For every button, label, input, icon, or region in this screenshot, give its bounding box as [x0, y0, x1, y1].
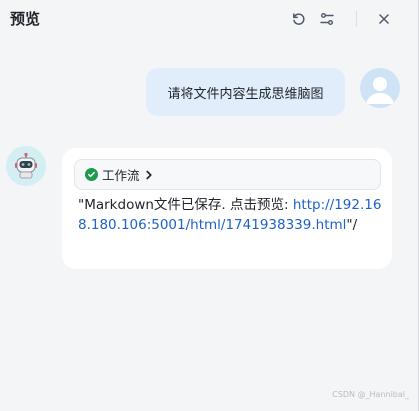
bot-message-suffix: "/ [346, 217, 358, 233]
header-divider [356, 11, 357, 27]
watermark: CSDN @_Hannibal_ [332, 390, 409, 399]
bot-message-text: "Markdown文件已保存. 点击预览: http://192.168.180… [78, 195, 384, 235]
check-circle-icon [85, 168, 98, 181]
close-icon [379, 14, 389, 24]
settings-sliders-icon [320, 13, 334, 25]
user-avatar [360, 68, 400, 108]
workflow-label: 工作流 [102, 168, 140, 183]
workflow-toggle[interactable]: 工作流 [74, 159, 381, 190]
chevron-right-icon [145, 170, 153, 180]
user-avatar-icon [360, 68, 400, 108]
close-button[interactable] [375, 10, 393, 28]
bot-message-prefix: "Markdown文件已保存. 点击预览: [78, 197, 293, 213]
bot-message-card: 工作流 "Markdown文件已保存. 点击预览: http://192.168… [62, 148, 392, 269]
robot-icon [6, 146, 46, 186]
refresh-icon [293, 13, 305, 25]
panel-header: 预览 [0, 0, 418, 40]
refresh-button[interactable] [290, 10, 308, 28]
user-message-bubble: 请将文件内容生成思维脑图 [146, 68, 345, 116]
panel-title: 预览 [10, 10, 41, 28]
settings-button[interactable] [318, 10, 336, 28]
bot-avatar [6, 146, 46, 186]
user-message: 请将文件内容生成思维脑图 [0, 66, 418, 118]
